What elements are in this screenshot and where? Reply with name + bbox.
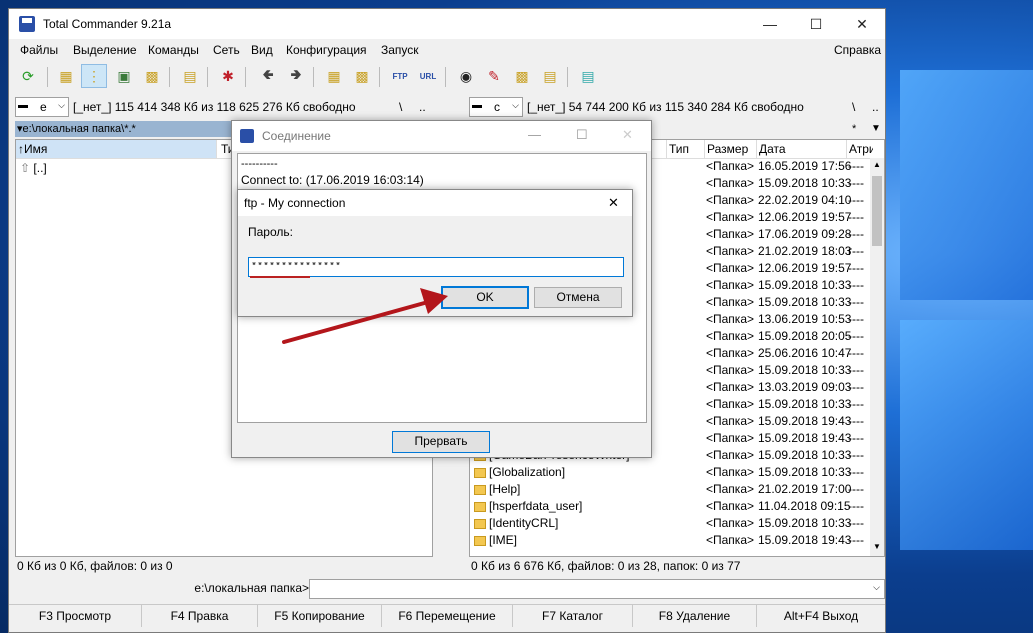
annotation-arrow — [282, 288, 448, 344]
